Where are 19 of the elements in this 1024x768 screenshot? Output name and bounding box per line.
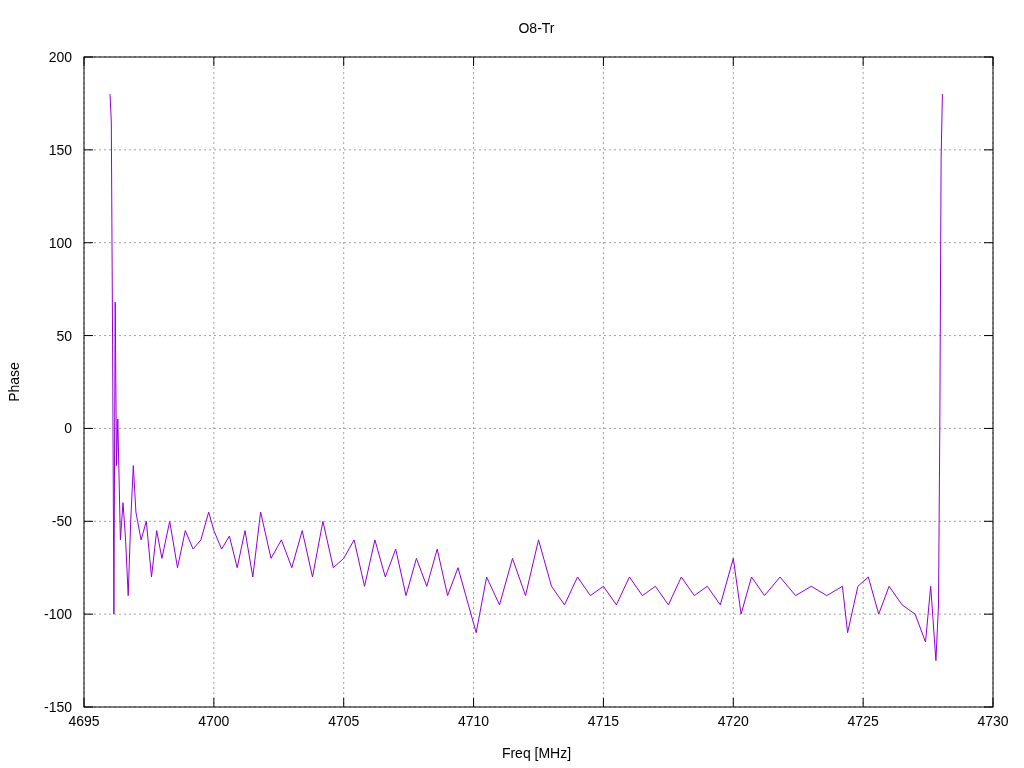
y-tick-label: 50	[56, 327, 72, 344]
x-tick-label: 4705	[328, 713, 360, 729]
x-tick-label: 4720	[717, 713, 749, 729]
y-tick-label: 0	[64, 420, 72, 437]
x-tick-label: 4730	[977, 713, 1009, 729]
x-tick-label: 4695	[68, 713, 100, 729]
y-axis-label: Phase	[6, 362, 22, 402]
chart-title: O8-Tr	[518, 20, 555, 36]
x-axis-label: Freq [MHz]	[501, 745, 572, 761]
x-tick-label: 4725	[847, 713, 879, 729]
x-tick-label: 4715	[587, 713, 619, 729]
y-tick-label: -50	[51, 513, 72, 530]
x-tick-label: 4700	[198, 713, 230, 729]
y-tick-label: -100	[43, 606, 72, 623]
x-tick-label: 4710	[458, 713, 490, 729]
y-tick-label: 150	[48, 141, 72, 158]
y-tick-label: -150	[43, 699, 72, 715]
y-tick-label: 100	[48, 234, 72, 251]
y-tick-label: 200	[48, 49, 72, 65]
